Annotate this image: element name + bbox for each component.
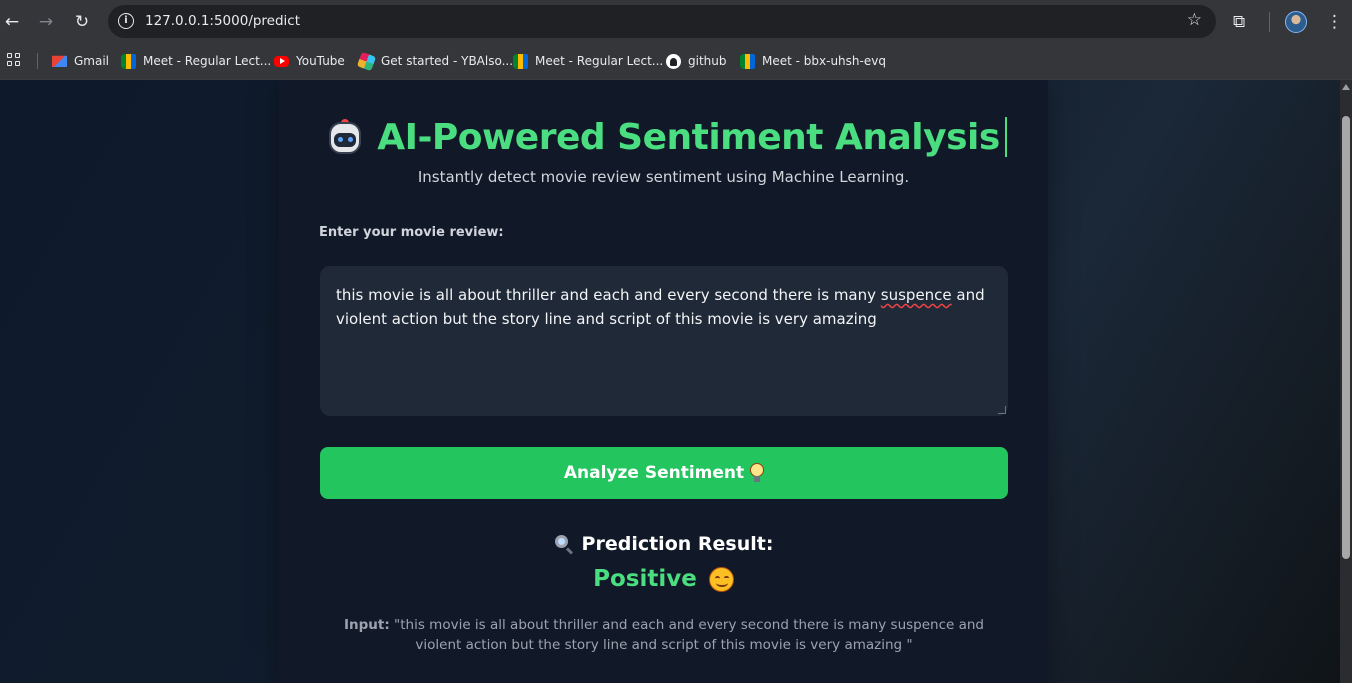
typing-cursor — [1005, 117, 1007, 157]
smiling-face-icon — [708, 566, 734, 592]
bookmark-meet-2[interactable]: Meet - Regular Lect... — [513, 52, 663, 70]
url-text[interactable]: 127.0.0.1:5000/predict — [145, 13, 300, 29]
review-label: Enter your movie review: — [319, 225, 504, 240]
youtube-icon — [274, 55, 289, 67]
input-echo-text: "this movie is all about thriller and ea… — [394, 617, 985, 653]
robot-icon — [327, 119, 363, 157]
profile-avatar[interactable] — [1285, 11, 1307, 33]
bookmark-meet-3[interactable]: Meet - bbx-uhsh-evq — [740, 52, 886, 70]
bookmark-meet-1[interactable]: Meet - Regular Lect... — [121, 52, 271, 70]
review-textarea[interactable]: this movie is all about thriller and eac… — [320, 266, 1008, 416]
result-heading: Prediction Result: — [279, 533, 1048, 555]
github-icon — [666, 53, 681, 69]
resize-handle-icon[interactable] — [998, 406, 1006, 414]
bookmark-label: Meet - Regular Lect... — [535, 54, 664, 68]
extensions-icon[interactable]: ⧉ — [1233, 10, 1245, 34]
input-echo: Input: "this movie is all about thriller… — [319, 615, 1009, 655]
bookmark-github[interactable]: github — [666, 52, 726, 70]
bookmarks-divider — [37, 53, 38, 69]
site-info-icon[interactable]: i — [118, 13, 134, 29]
misspelled-word: suspence — [880, 286, 952, 304]
bookmark-label: Get started - YBAlso... — [381, 54, 514, 68]
bookmarks-bar: Gmail Meet - Regular Lect... YouTube Get… — [0, 44, 1352, 80]
reload-icon[interactable]: ↻ — [70, 10, 94, 34]
bookmark-label: github — [688, 54, 727, 68]
input-echo-label: Input: — [343, 617, 390, 633]
result-heading-text: Prediction Result: — [581, 533, 774, 555]
meet-icon — [121, 53, 136, 69]
bookmark-label: Gmail — [74, 54, 110, 68]
scroll-thumb[interactable] — [1342, 116, 1350, 559]
header: AI-Powered Sentiment Analysis — [279, 114, 1048, 162]
analyze-button-label: Analyze Sentiment — [563, 463, 745, 483]
bookmark-slack[interactable]: Get started - YBAlso... — [356, 51, 514, 71]
apps-grid-icon[interactable] — [7, 53, 21, 67]
back-arrow-icon[interactable]: ← — [0, 10, 24, 34]
scroll-up-arrow-icon[interactable] — [1342, 84, 1350, 90]
analyze-sentiment-button[interactable]: Analyze Sentiment — [320, 447, 1008, 499]
vertical-scrollbar[interactable] — [1340, 80, 1352, 683]
sentiment-result: Positive — [279, 566, 1048, 592]
forward-arrow-icon[interactable]: → — [34, 10, 58, 34]
bookmark-star-icon[interactable]: ☆ — [1187, 10, 1202, 30]
main-card: AI-Powered Sentiment Analysis Instantly … — [279, 80, 1048, 683]
review-text-part: this movie is all about thriller and eac… — [336, 286, 881, 304]
sentiment-label: Positive — [593, 566, 697, 592]
meet-icon — [740, 53, 755, 69]
browser-toolbar: ← → ↻ i 127.0.0.1:5000/predict ☆ ⧉ ⋮ — [0, 0, 1352, 44]
page-background: AI-Powered Sentiment Analysis Instantly … — [0, 80, 1340, 683]
bookmark-label: Meet - Regular Lect... — [143, 54, 272, 68]
bookmark-gmail[interactable]: Gmail — [52, 52, 109, 70]
magnifier-icon — [554, 534, 574, 555]
bookmark-youtube[interactable]: YouTube — [274, 52, 345, 70]
address-bar[interactable]: i 127.0.0.1:5000/predict ☆ — [108, 5, 1216, 38]
gmail-icon — [52, 55, 67, 67]
meet-icon — [513, 53, 528, 69]
bookmark-label: Meet - bbx-uhsh-evq — [762, 54, 886, 68]
lightbulb-icon — [750, 463, 765, 483]
menu-kebab-icon[interactable]: ⋮ — [1326, 10, 1343, 34]
subtitle: Instantly detect movie review sentiment … — [417, 168, 910, 186]
slack-icon — [356, 51, 377, 71]
bookmark-label: YouTube — [296, 54, 345, 68]
title-text: AI-Powered Sentiment Analysis — [377, 117, 1000, 158]
page-title: AI-Powered Sentiment Analysis — [327, 114, 1000, 162]
toolbar-divider — [1269, 12, 1270, 32]
